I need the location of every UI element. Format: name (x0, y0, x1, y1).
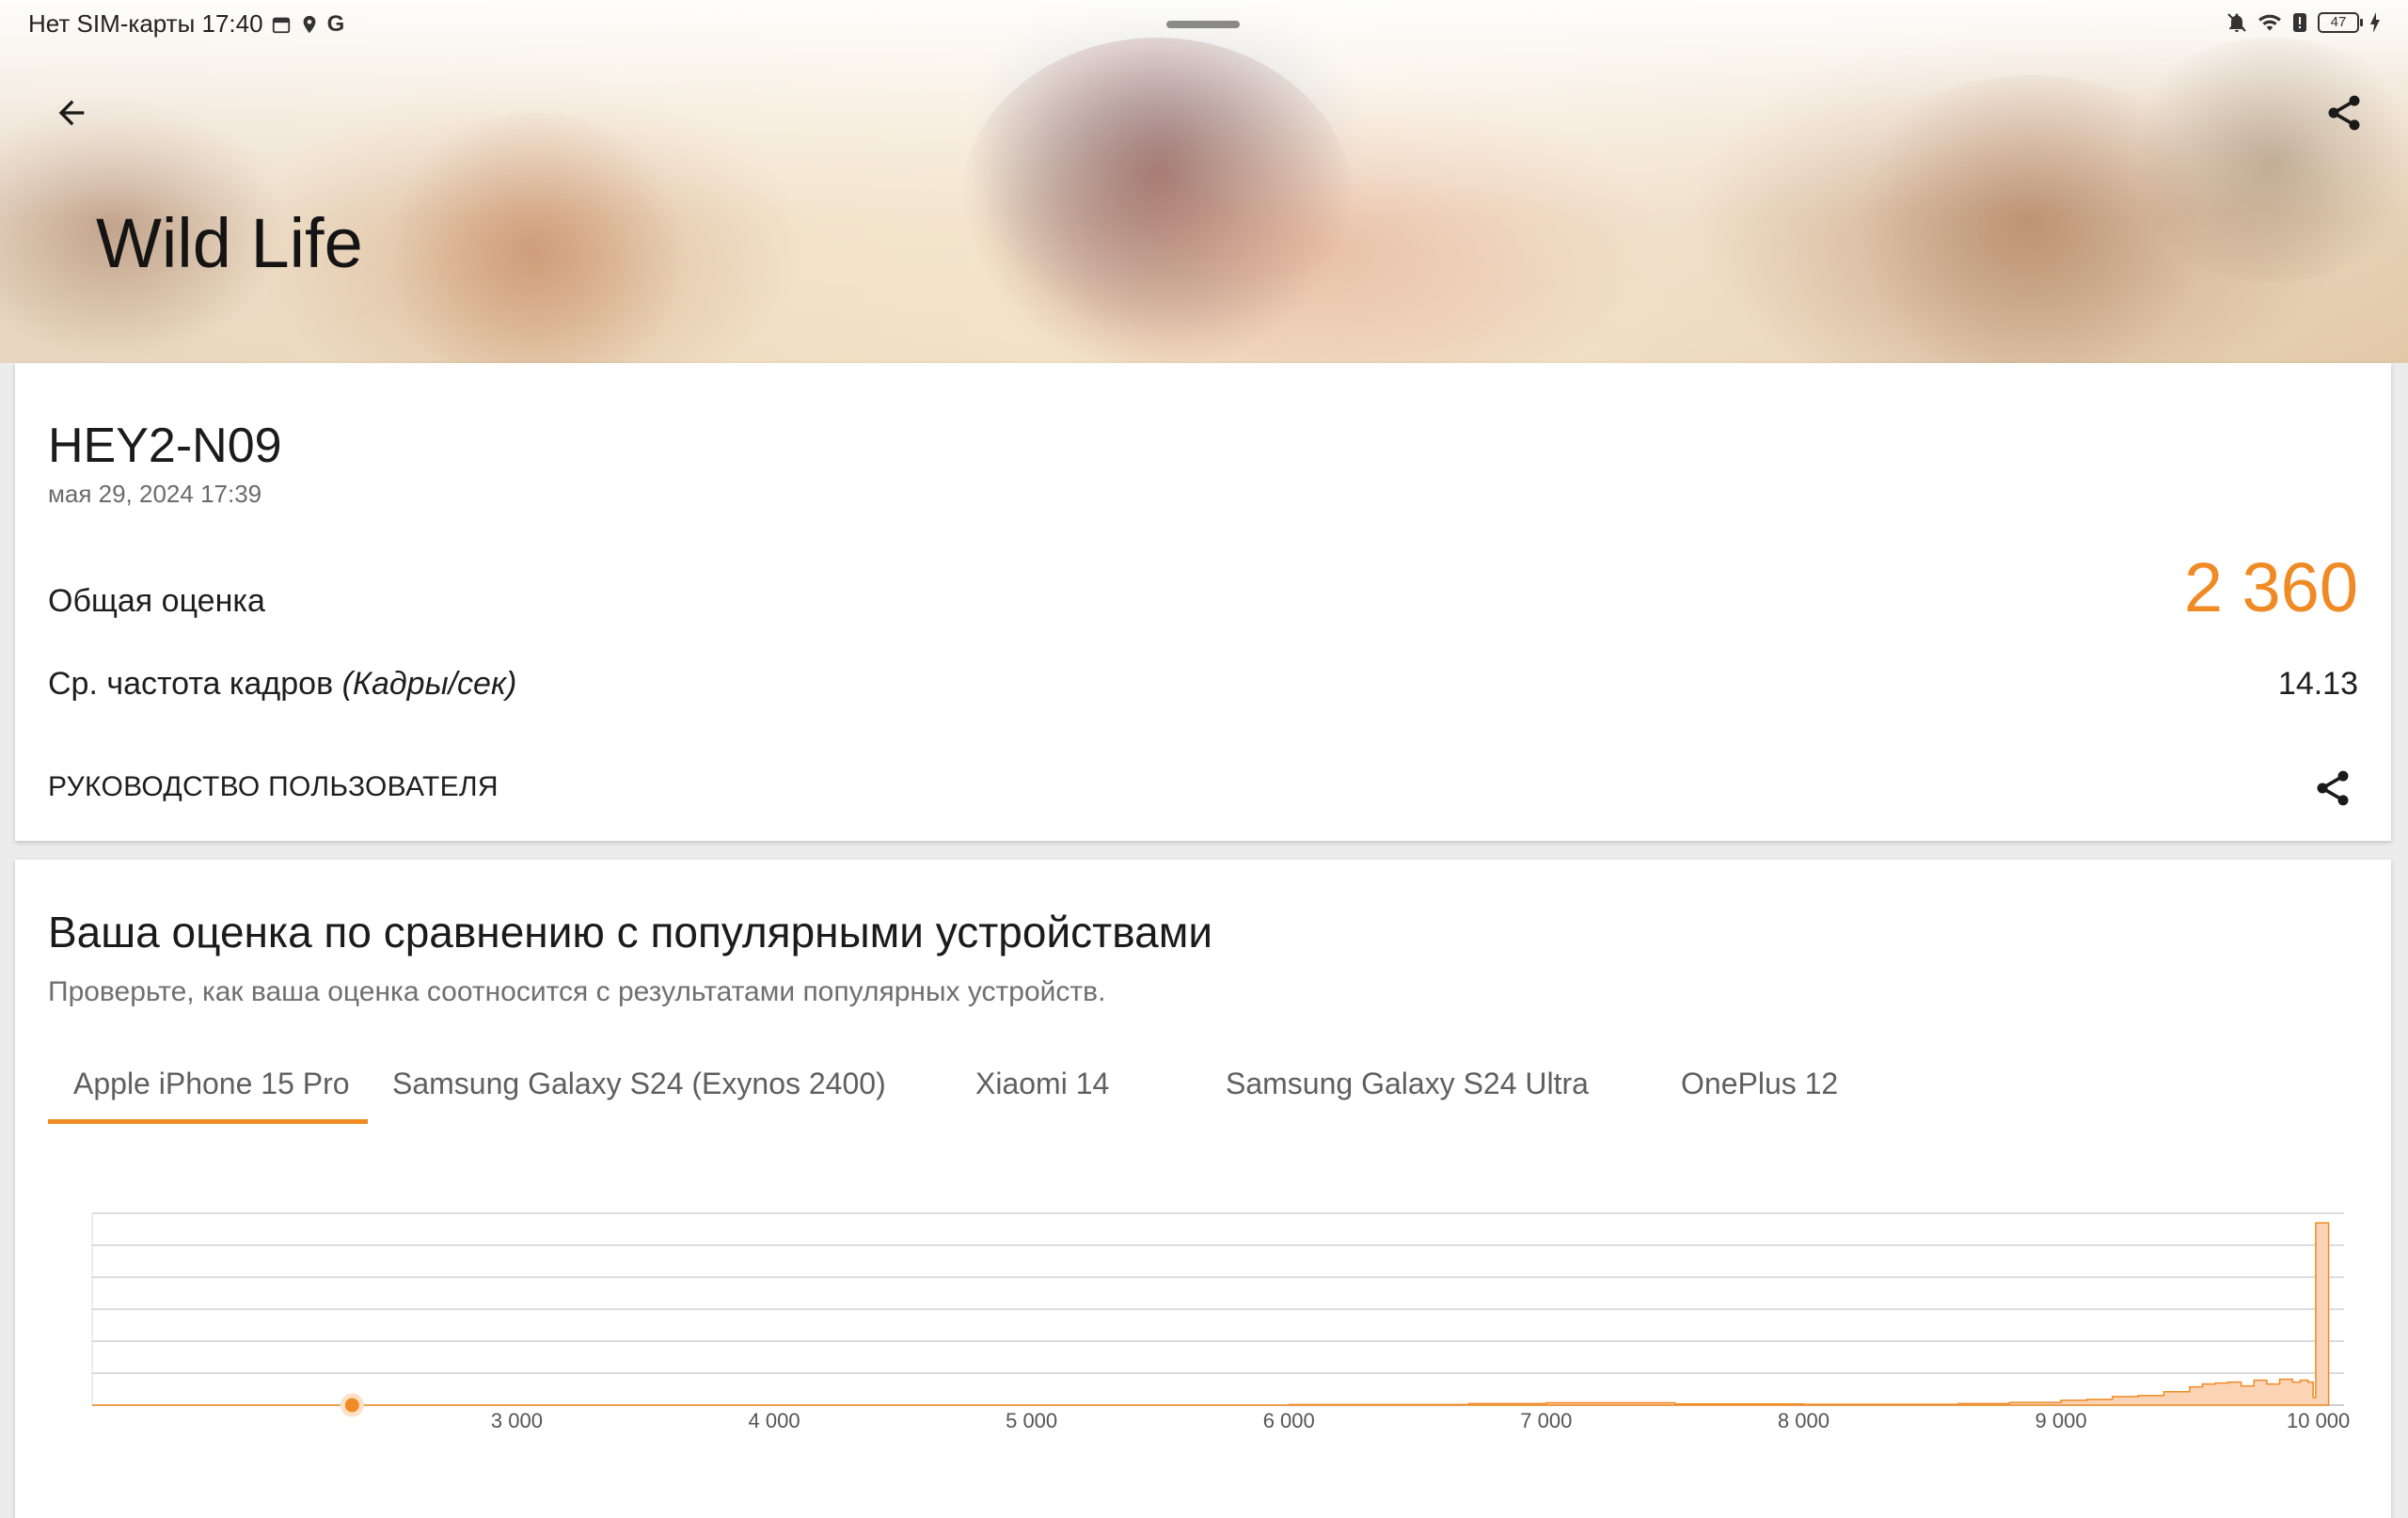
hero-figure-shape (959, 38, 1354, 363)
overall-score-label: Общая оценка (48, 583, 265, 619)
tab-apple-iphone-15-pro[interactable]: Apple iPhone 15 Pro (73, 1067, 350, 1101)
fps-label-text: Ср. частота кадров (48, 666, 334, 702)
comparison-title: Ваша оценка по сравнению с популярными у… (48, 908, 1213, 957)
test-date: мая 29, 2024 17:39 (48, 480, 262, 508)
x-axis-ticks: 3 000 4 000 5 000 6 000 7 000 8 000 9 000 10 00… (491, 1409, 2350, 1432)
page-title: Wild Life (96, 204, 363, 282)
tab-samsung-galaxy-s24-ultra[interactable]: Samsung Galaxy S24 Ultra (1226, 1067, 1589, 1101)
active-tab-indicator (48, 1119, 368, 1124)
x-tick-label: 5 000 (1006, 1409, 1057, 1432)
calendar-icon (271, 14, 292, 35)
share-icon (2317, 770, 2349, 806)
user-guide-link[interactable]: РУКОВОДСТВО ПОЛЬЗОВАТЕЛЯ (48, 771, 499, 803)
status-carrier-time: Нет SIM-карты 17:40 (28, 9, 263, 38)
comparison-card: Ваша оценка по сравнению с популярными у… (15, 860, 2391, 1518)
overall-score-value: 2 360 (2183, 548, 2358, 626)
alert-icon (2291, 11, 2308, 34)
distribution-area (92, 1222, 2330, 1406)
share-button-result[interactable] (2308, 764, 2357, 813)
mute-icon (2226, 11, 2248, 34)
location-icon (299, 13, 320, 36)
fps-value: 14.13 (2277, 666, 2358, 702)
fps-label: Ср. частота кадров (Кадры/сек) (48, 666, 516, 703)
tab-samsung-galaxy-s24-exynos[interactable]: Samsung Galaxy S24 (Exynos 2400) (392, 1067, 886, 1101)
x-tick-label: 8 000 (1778, 1409, 1830, 1432)
your-score-marker (340, 1393, 364, 1417)
x-tick-label: 6 000 (1263, 1409, 1315, 1432)
share-button-top[interactable] (2321, 90, 2367, 135)
wifi-icon (2258, 12, 2282, 33)
drag-handle[interactable] (1166, 21, 1240, 28)
status-bar: Нет SIM-карты 17:40 G 47 (0, 0, 2408, 49)
hero-banner: Wild Life (0, 0, 2408, 363)
chart-grid (91, 1212, 2344, 1406)
x-tick-label: 10 000 (2287, 1409, 2350, 1432)
x-tick-label: 7 000 (1520, 1409, 1572, 1432)
back-button[interactable] (49, 90, 94, 135)
tab-oneplus-12[interactable]: OnePlus 12 (1681, 1067, 1838, 1101)
charging-icon (2368, 11, 2382, 34)
fps-unit: (Кадры/сек) (341, 666, 517, 702)
hero-tree-shape (2116, 38, 2408, 282)
hero-rock-shape (376, 113, 696, 363)
tab-xiaomi-14[interactable]: Xiaomi 14 (975, 1067, 1109, 1101)
battery-icon: 47 (2318, 12, 2363, 33)
comparison-subtitle: Проверьте, как ваша оценка соотносится с… (48, 976, 1106, 1007)
device-name: HEY2-N09 (48, 419, 282, 473)
x-tick-label: 3 000 (491, 1409, 543, 1432)
x-tick-label: 4 000 (749, 1409, 800, 1432)
score-distribution-chart: 3 000 4 000 5 000 6 000 7 000 8 000 9 000 10 00… (91, 1212, 2350, 1432)
google-icon: G (326, 10, 345, 37)
x-tick-label: 9 000 (2036, 1409, 2087, 1432)
arrow-left-icon (58, 100, 85, 126)
share-icon (2328, 95, 2360, 131)
result-card: HEY2-N09 мая 29, 2024 17:39 Общая оценка… (15, 363, 2391, 841)
